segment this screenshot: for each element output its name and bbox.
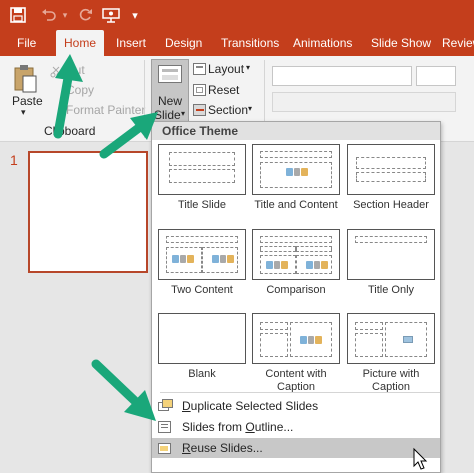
format-painter-button[interactable]: Format Painter <box>66 103 145 117</box>
tab-design[interactable]: Design <box>165 30 202 56</box>
layout-title-only[interactable]: Title Only <box>347 229 435 297</box>
layout-thumbnail <box>252 229 340 280</box>
layout-thumbnail <box>347 229 435 280</box>
layout-thumbnail <box>347 313 435 364</box>
slide-thumbnail[interactable] <box>28 151 148 273</box>
new-slide-label-2: Slide <box>154 108 181 122</box>
layout-name: Title and Content <box>254 199 338 211</box>
layout-name: Title Slide <box>178 199 226 211</box>
menu-separator <box>160 392 440 393</box>
cut-button[interactable]: Cut <box>66 63 85 77</box>
section-dropdown-icon[interactable]: ▾ <box>248 104 252 113</box>
new-slide-gallery: Office Theme Title Slide Title and Conte… <box>151 121 441 473</box>
layout-two-content[interactable]: Two Content <box>158 229 246 297</box>
reset-icon <box>193 84 206 96</box>
customize-qat-icon[interactable]: ▾ <box>128 5 142 25</box>
layout-thumbnail <box>252 144 340 195</box>
powerpoint-window: ▾ ▾ File Home Insert Design Transitions … <box>0 0 474 473</box>
slide-number: 1 <box>10 152 18 168</box>
tab-file[interactable]: File <box>17 30 36 56</box>
font-name-field[interactable] <box>272 66 412 86</box>
layout-thumbnail <box>252 313 340 364</box>
layout-name: Title Only <box>367 284 415 296</box>
undo-dropdown-icon[interactable]: ▾ <box>60 5 70 25</box>
group-divider <box>144 60 145 138</box>
layout-picture-with-caption[interactable]: Picture with Caption <box>347 313 435 394</box>
layout-title-slide[interactable]: Title Slide <box>158 144 246 212</box>
layout-thumbnail <box>347 144 435 195</box>
layout-name: Two Content <box>171 284 233 296</box>
tab-insert[interactable]: Insert <box>116 30 146 56</box>
font-size-field[interactable] <box>416 66 456 86</box>
layout-name: Picture with Caption <box>362 368 420 393</box>
layout-comparison[interactable]: Comparison <box>252 229 340 297</box>
new-slide-label-1: New <box>158 94 183 108</box>
new-slide-button[interactable]: New Slide ▾ <box>151 59 189 123</box>
layout-name: Section Header <box>353 199 429 211</box>
font-format-row <box>272 92 456 112</box>
layout-button[interactable]: Layout <box>208 62 244 76</box>
cut-icon[interactable] <box>50 65 62 78</box>
layout-thumbnail <box>158 144 246 195</box>
layout-section-header[interactable]: Section Header <box>347 144 435 212</box>
redo-icon[interactable] <box>76 5 94 25</box>
layout-content-with-caption[interactable]: Content with Caption <box>252 313 340 394</box>
duplicate-selected-slides-item[interactable]: Duplicate Selected Slides <box>152 396 440 416</box>
present-from-beginning-icon[interactable] <box>100 5 122 25</box>
save-icon[interactable] <box>8 5 28 25</box>
tab-home[interactable]: Home <box>56 30 105 56</box>
section-button[interactable]: Section <box>208 103 248 117</box>
reset-button[interactable]: Reset <box>208 83 239 97</box>
paste-dropdown-icon[interactable]: ▾ <box>21 107 26 118</box>
picture-icon <box>403 336 413 343</box>
new-slide-icon <box>158 65 182 83</box>
layout-name: Comparison <box>266 284 326 296</box>
title-bar: ▾ ▾ <box>0 0 474 30</box>
layout-thumbnail <box>158 313 246 364</box>
duplicate-slides-icon <box>158 399 174 413</box>
clipboard-group-label: Clipboard <box>44 124 96 138</box>
tab-slide-show[interactable]: Slide Show <box>371 30 431 56</box>
layout-icon <box>193 63 206 75</box>
layout-thumbnail <box>158 229 246 280</box>
undo-icon[interactable] <box>40 5 58 25</box>
ribbon-tabs: File Home Insert Design Transitions Anim… <box>0 30 474 56</box>
section-icon <box>193 104 206 116</box>
layout-name: Blank <box>188 368 216 380</box>
layout-dropdown-icon[interactable]: ▾ <box>246 63 250 72</box>
layout-title-and-content[interactable]: Title and Content <box>252 144 340 212</box>
copy-button[interactable]: Copy <box>66 83 94 97</box>
reuse-slides-icon <box>158 441 174 455</box>
tab-review[interactable]: Review <box>442 30 474 56</box>
layout-blank[interactable]: Blank <box>158 313 246 381</box>
slides-from-outline-item[interactable]: Slides from Outline... <box>152 417 440 437</box>
reuse-slides-item[interactable]: Reuse Slides... <box>152 438 440 458</box>
outline-icon <box>158 420 174 434</box>
chevron-down-icon: ▾ <box>181 109 186 118</box>
paste-button[interactable]: Paste <box>12 94 43 108</box>
gallery-header: Office Theme <box>152 122 440 140</box>
layout-name: Content with Caption <box>265 368 327 393</box>
tab-animations[interactable]: Animations <box>293 30 352 56</box>
tab-transitions[interactable]: Transitions <box>221 30 279 56</box>
paste-icon[interactable] <box>12 64 38 94</box>
